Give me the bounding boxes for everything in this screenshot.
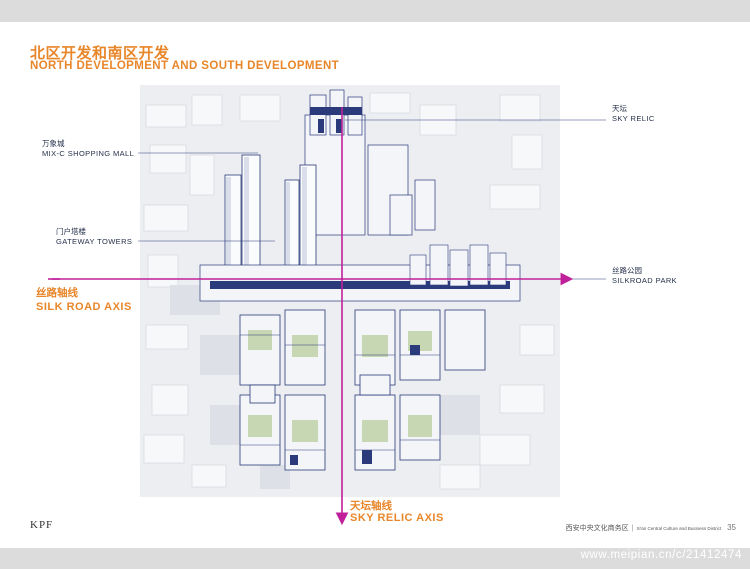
kpf-logo: KPF — [30, 519, 54, 531]
page-number: 35 — [727, 523, 736, 532]
label-gateway: 门户塔楼 GATEWAY TOWERS — [56, 227, 132, 247]
label-silkroad-park: 丝路公园 SILKROAD PARK — [612, 266, 677, 286]
label-mixc-cn: 万象城 — [42, 139, 65, 148]
label-sky-relic-en: SKY RELIC — [612, 114, 655, 123]
footer-project-cn: 西安中央文化商务区 — [565, 525, 629, 532]
sky-relic-axis-label-en: SKY RELIC AXIS — [350, 512, 444, 524]
label-gateway-en: GATEWAY TOWERS — [56, 237, 133, 246]
page-footer: 西安中央文化商务区 | Xi'an Central Culture and Busi… — [565, 523, 736, 532]
label-mixc-en: MIX-C SHOPPING MALL — [42, 149, 135, 158]
label-sky-relic-cn: 天坛 — [612, 104, 627, 113]
silk-road-axis-label-en: SILK ROAD AXIS — [36, 301, 132, 313]
top-margin-bar — [0, 0, 750, 22]
label-sky-relic: 天坛 SKY RELIC — [612, 104, 655, 124]
silk-road-axis-label-cn: 丝路轴线 — [36, 287, 78, 299]
label-mixc: 万象城 MIX-C SHOPPING MALL — [42, 139, 134, 159]
footer-project-en: Xi'an Central Culture and Business Distr… — [636, 526, 722, 531]
label-silkroad-park-cn: 丝路公园 — [612, 266, 642, 275]
watermark-text: www.meipian.cn/c/21412474 — [580, 549, 742, 561]
label-silkroad-park-en: SILKROAD PARK — [612, 276, 678, 285]
label-gateway-cn: 门户塔楼 — [56, 227, 86, 236]
sky-relic-axis-label-cn: 天坛轴线 — [350, 500, 392, 512]
presentation-slide: 北区开发和南区开发 NORTH DEVELOPMENT AND SOUTH DE… — [0, 22, 750, 548]
